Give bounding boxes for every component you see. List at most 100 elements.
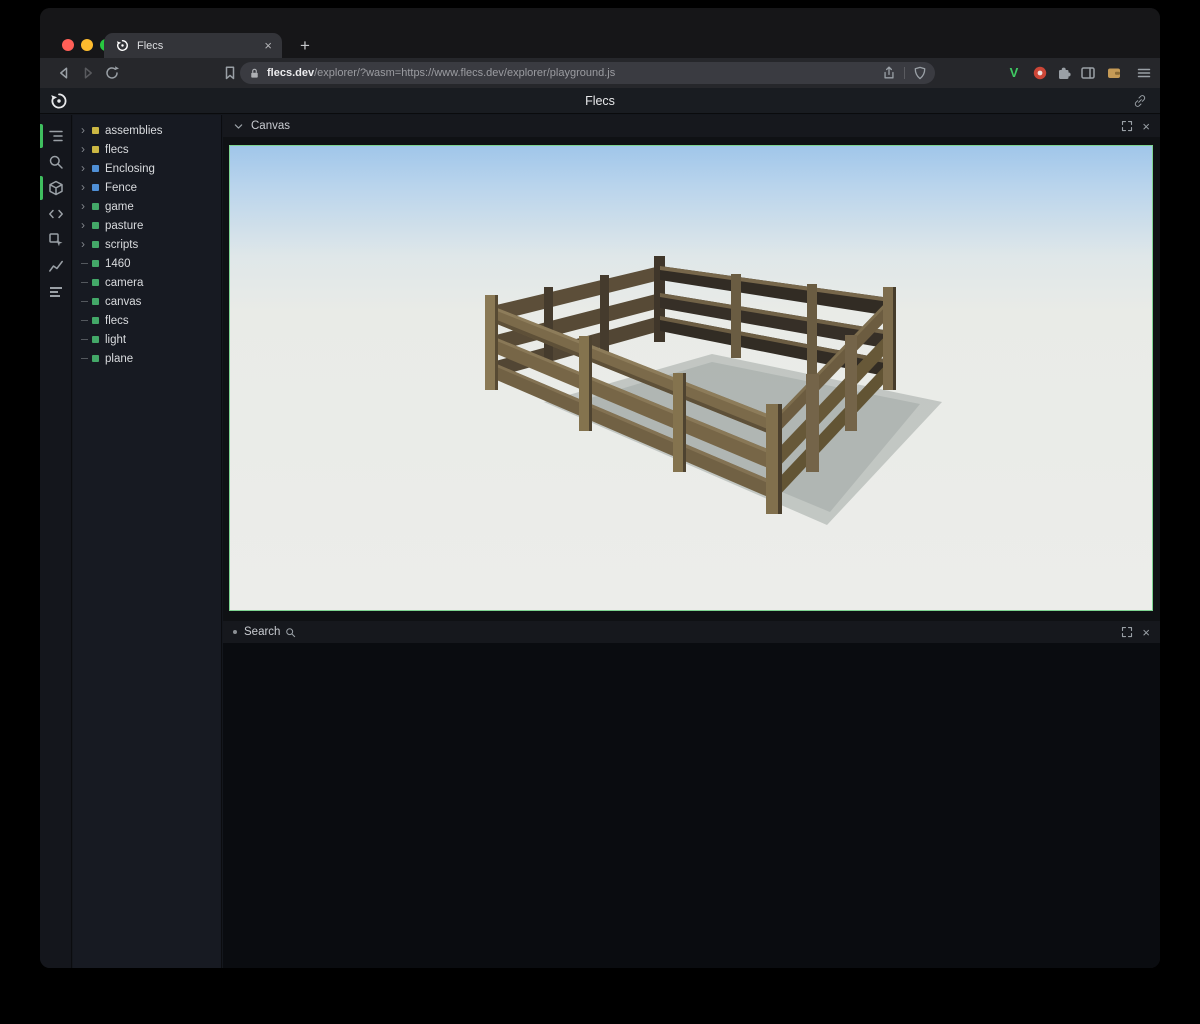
cube-icon[interactable] bbox=[40, 175, 72, 201]
entity-color-swatch bbox=[92, 336, 99, 343]
expand-chevron-icon[interactable]: › bbox=[81, 197, 92, 216]
minimize-window-button[interactable] bbox=[81, 39, 93, 51]
tree-item[interactable]: › Fence bbox=[73, 178, 221, 197]
tree-item[interactable]: 1460 bbox=[73, 254, 221, 273]
expand-chevron-icon[interactable]: › bbox=[81, 235, 92, 254]
expand-chevron-icon[interactable]: › bbox=[81, 159, 92, 178]
tree-item-label: 1460 bbox=[105, 258, 131, 270]
tree-item[interactable]: camera bbox=[73, 273, 221, 292]
entity-color-swatch bbox=[92, 203, 99, 210]
entity-color-swatch bbox=[92, 298, 99, 305]
entity-color-swatch bbox=[92, 184, 99, 191]
tree-item[interactable]: › flecs bbox=[73, 140, 221, 159]
fullscreen-icon[interactable] bbox=[1121, 626, 1133, 638]
share-icon[interactable] bbox=[882, 66, 896, 80]
share-link-icon[interactable] bbox=[1132, 93, 1148, 109]
icon-rail bbox=[40, 115, 72, 968]
stats-icon[interactable] bbox=[40, 279, 72, 305]
tree-item[interactable]: › pasture bbox=[73, 216, 221, 235]
3d-canvas-viewport[interactable] bbox=[229, 145, 1153, 611]
lock-icon[interactable] bbox=[248, 67, 261, 80]
wallet-icon[interactable] bbox=[1106, 65, 1122, 81]
collapse-chevron-icon[interactable] bbox=[233, 121, 244, 132]
tree-item[interactable]: › game bbox=[73, 197, 221, 216]
tree-item-label: pasture bbox=[105, 220, 143, 232]
close-panel-icon[interactable]: × bbox=[1142, 120, 1150, 133]
sidebar-panel-icon[interactable] bbox=[1080, 65, 1096, 81]
expand-chevron-icon[interactable]: › bbox=[81, 140, 92, 159]
search-icon[interactable] bbox=[40, 149, 72, 175]
search-mini-icon bbox=[285, 627, 296, 638]
close-window-button[interactable] bbox=[62, 39, 74, 51]
search-panel-header[interactable]: Search × bbox=[223, 621, 1160, 643]
bookmark-icon[interactable] bbox=[222, 65, 238, 81]
tree-item[interactable]: canvas bbox=[73, 292, 221, 311]
url-path: /explorer/?wasm=https://www.flecs.dev/ex… bbox=[314, 67, 615, 79]
url-text: flecs.dev/explorer/?wasm=https://www.fle… bbox=[267, 67, 882, 79]
tree-item[interactable]: › scripts bbox=[73, 235, 221, 254]
url-bar[interactable]: flecs.dev/explorer/?wasm=https://www.fle… bbox=[240, 62, 935, 84]
tree-item-label: Enclosing bbox=[105, 163, 155, 175]
entity-color-swatch bbox=[92, 355, 99, 362]
menu-hamburger-icon[interactable] bbox=[1136, 65, 1152, 81]
entity-color-swatch bbox=[92, 279, 99, 286]
browser-tab[interactable]: Flecs × bbox=[104, 33, 282, 58]
tab-close-icon[interactable]: × bbox=[262, 39, 274, 52]
tree-item-label: flecs bbox=[105, 315, 129, 327]
reload-button[interactable] bbox=[104, 65, 120, 81]
tree-item[interactable]: › assemblies bbox=[73, 121, 221, 140]
canvas-panel-title: Canvas bbox=[251, 120, 290, 132]
entity-color-swatch bbox=[92, 165, 99, 172]
fullscreen-icon[interactable] bbox=[1121, 120, 1133, 132]
browser-toolbar: flecs.dev/explorer/?wasm=https://www.fle… bbox=[40, 58, 1160, 88]
code-icon[interactable] bbox=[40, 201, 72, 227]
expand-chevron-icon[interactable] bbox=[81, 301, 92, 302]
canvas-panel-header[interactable]: Canvas × bbox=[223, 115, 1160, 137]
expand-chevron-icon[interactable] bbox=[81, 320, 92, 321]
entity-tree: › assemblies › flecs › Enclosing bbox=[73, 115, 222, 968]
chart-icon[interactable] bbox=[40, 253, 72, 279]
entity-color-swatch bbox=[92, 222, 99, 229]
flecs-favicon-icon bbox=[116, 39, 129, 52]
main-area: Canvas × bbox=[223, 115, 1160, 968]
tree-item-label: Fence bbox=[105, 182, 137, 194]
tree-item-label: camera bbox=[105, 277, 143, 289]
tree-item[interactable]: flecs bbox=[73, 311, 221, 330]
entity-color-swatch bbox=[92, 260, 99, 267]
entity-color-swatch bbox=[92, 317, 99, 324]
close-panel-icon[interactable]: × bbox=[1142, 626, 1150, 639]
expand-chevron-icon[interactable]: › bbox=[81, 178, 92, 197]
tree-item[interactable]: plane bbox=[73, 349, 221, 368]
expand-chevron-icon[interactable] bbox=[81, 339, 92, 340]
entity-color-swatch bbox=[92, 127, 99, 134]
tab-bar: Flecs × + bbox=[40, 8, 1160, 58]
forward-button[interactable] bbox=[80, 65, 96, 81]
hierarchy-icon[interactable] bbox=[40, 123, 72, 149]
page-title: Flecs bbox=[40, 88, 1160, 114]
expand-chevron-icon[interactable]: › bbox=[81, 216, 92, 235]
expand-chevron-icon[interactable] bbox=[81, 263, 92, 264]
extensions-puzzle-icon[interactable] bbox=[1056, 65, 1072, 81]
panel-dot-icon[interactable] bbox=[233, 630, 237, 634]
divider bbox=[904, 67, 905, 79]
new-tab-button[interactable]: + bbox=[294, 35, 316, 57]
search-panel-content bbox=[223, 643, 1160, 968]
expand-chevron-icon[interactable]: › bbox=[81, 121, 92, 140]
tree-item-label: game bbox=[105, 201, 134, 213]
red-extension-icon[interactable] bbox=[1032, 65, 1048, 81]
search-panel-title: Search bbox=[244, 626, 280, 638]
entity-color-swatch bbox=[92, 241, 99, 248]
entity-color-swatch bbox=[92, 146, 99, 153]
brave-shield-icon[interactable] bbox=[913, 66, 927, 80]
tree-item-label: flecs bbox=[105, 144, 129, 156]
tree-item-label: canvas bbox=[105, 296, 141, 308]
expand-chevron-icon[interactable] bbox=[81, 282, 92, 283]
browser-window: Flecs × + flecs.dev/explorer/?wasm=https… bbox=[40, 8, 1160, 968]
vimium-extension-icon[interactable]: V bbox=[1006, 65, 1022, 81]
expand-chevron-icon[interactable] bbox=[81, 358, 92, 359]
tree-item[interactable]: › Enclosing bbox=[73, 159, 221, 178]
tree-item[interactable]: light bbox=[73, 330, 221, 349]
inspector-icon[interactable] bbox=[40, 227, 72, 253]
back-button[interactable] bbox=[56, 65, 72, 81]
tree-item-label: scripts bbox=[105, 239, 138, 251]
